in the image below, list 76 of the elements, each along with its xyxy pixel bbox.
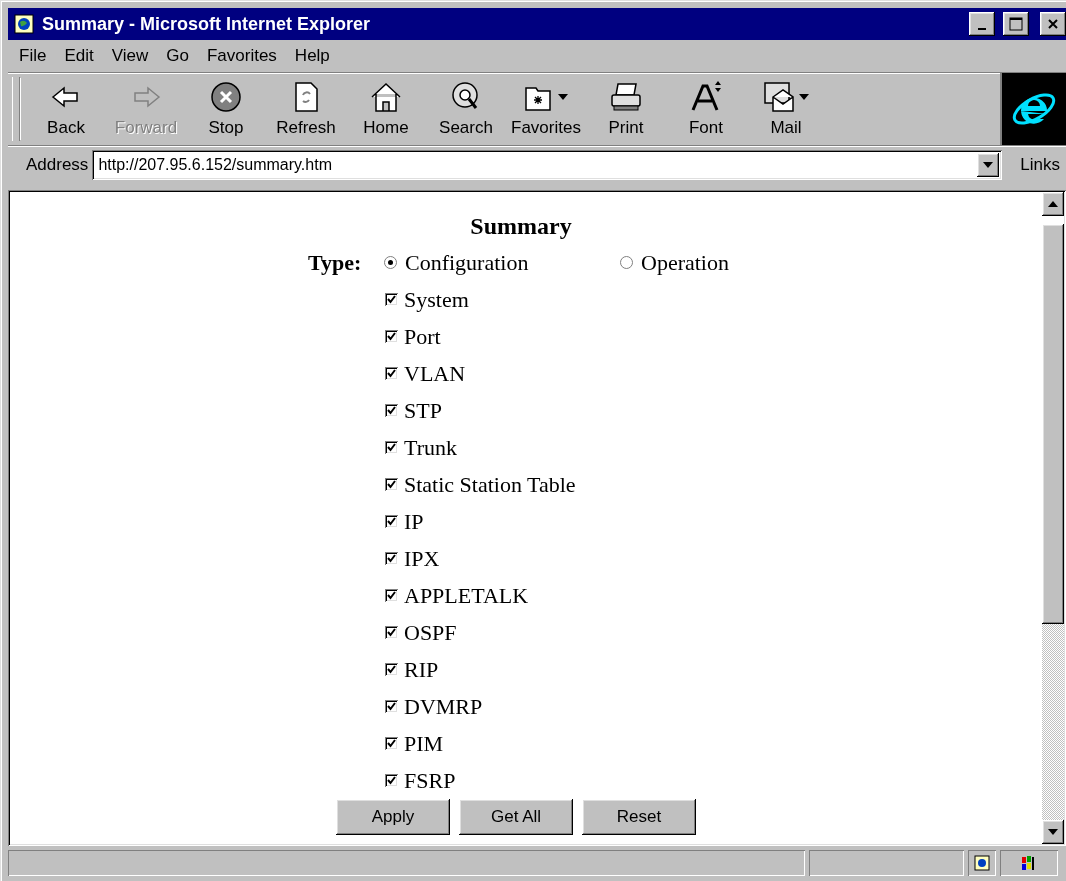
checkbox-option[interactable]: IP (385, 503, 1042, 540)
checkbox[interactable] (385, 515, 398, 528)
toolbar-button[interactable]: Home (346, 76, 426, 142)
window-title: Summary - Microsoft Internet Explorer (42, 13, 372, 35)
toolbar-button[interactable]: Back (26, 76, 106, 142)
checkbox-option[interactable]: STP (385, 392, 1042, 429)
checkbox[interactable] (385, 774, 398, 787)
checkbox[interactable] (385, 404, 398, 417)
house-icon (369, 80, 403, 114)
close-icon (1047, 18, 1059, 30)
close-button[interactable] (1040, 12, 1066, 36)
printer-icon (609, 80, 643, 114)
toolbar-grip[interactable] (12, 77, 20, 141)
menu-item[interactable]: File (12, 44, 54, 68)
scroll-down-button[interactable] (1042, 820, 1064, 844)
checkbox[interactable] (385, 737, 398, 750)
checkbox-option[interactable]: DVMRP (385, 688, 1042, 725)
form-button[interactable]: Reset (582, 799, 696, 835)
scroll-thumb[interactable] (1042, 224, 1064, 624)
menu-item[interactable]: View (104, 44, 156, 68)
dropdown-button[interactable] (977, 153, 1000, 177)
scroll-up-button[interactable] (1042, 192, 1064, 216)
checkbox-option[interactable]: VLAN (385, 355, 1042, 392)
minimize-icon (978, 28, 986, 30)
checkbox-option[interactable]: Port (385, 318, 1042, 355)
radio-button[interactable] (384, 256, 397, 269)
checkbox[interactable] (385, 367, 398, 380)
checkbox[interactable] (385, 441, 398, 454)
mail-icon (763, 80, 795, 114)
toolbar-button[interactable]: Font (666, 76, 746, 142)
maximize-button[interactable] (1003, 12, 1029, 36)
checkbox-option[interactable]: System (385, 281, 1042, 318)
toolbar-button[interactable]: Favorites (506, 76, 586, 142)
up-arrow-icon (1048, 201, 1058, 207)
toolbar-button[interactable]: Search (426, 76, 506, 142)
checkbox[interactable] (385, 589, 398, 602)
radio-option[interactable]: Configuration (384, 249, 620, 276)
toolbar-button[interactable]: Mail (746, 76, 826, 142)
toolbar-button[interactable]: Print (586, 76, 666, 142)
checkbox[interactable] (385, 478, 398, 491)
checkbox[interactable] (385, 626, 398, 639)
menu-item[interactable]: Edit (57, 44, 101, 68)
checkbox-option[interactable]: OSPF (385, 614, 1042, 651)
checkbox-option[interactable]: APPLETALK (385, 577, 1042, 614)
form-button[interactable]: Apply (336, 799, 450, 835)
form-button[interactable]: Get All (459, 799, 573, 835)
menu-item[interactable]: Go (159, 44, 196, 68)
address-label: Address (26, 155, 89, 175)
toolbar-button[interactable]: Stop (186, 76, 266, 142)
radio-option[interactable]: Operation (620, 249, 856, 276)
checkbox-option[interactable]: IPX (385, 540, 1042, 577)
links-button[interactable]: Links (1020, 155, 1060, 175)
maximize-icon (1009, 17, 1023, 31)
checkbox[interactable] (385, 700, 398, 713)
page-title: Summary (469, 212, 573, 241)
checkbox-option[interactable]: FSRP (385, 762, 1042, 799)
down-arrow-icon (1048, 829, 1058, 835)
address-field[interactable]: http://207.95.6.152/summary.htm (92, 150, 1003, 180)
stop-icon (209, 80, 243, 114)
checkbox-option[interactable]: PIM (385, 725, 1042, 762)
menu-item[interactable]: Favorites (199, 44, 284, 68)
toolbar-button[interactable]: Refresh (266, 76, 346, 142)
checkbox-option[interactable]: Static Station Table (385, 466, 1042, 503)
radio-button[interactable] (620, 256, 633, 269)
type-label: Type: (308, 249, 363, 276)
checkbox[interactable] (385, 552, 398, 565)
checkbox-option[interactable]: RIP (385, 651, 1042, 688)
globe-page-icon (14, 14, 34, 34)
globe-page-icon (974, 855, 990, 871)
checkbox[interactable] (385, 663, 398, 676)
checkbox[interactable] (385, 330, 398, 343)
checkbox[interactable] (385, 293, 398, 306)
menu-item[interactable]: Help (287, 44, 337, 68)
checkbox-option[interactable]: Trunk (385, 429, 1042, 466)
caret-icon (983, 162, 994, 168)
minimize-button[interactable] (969, 12, 995, 36)
